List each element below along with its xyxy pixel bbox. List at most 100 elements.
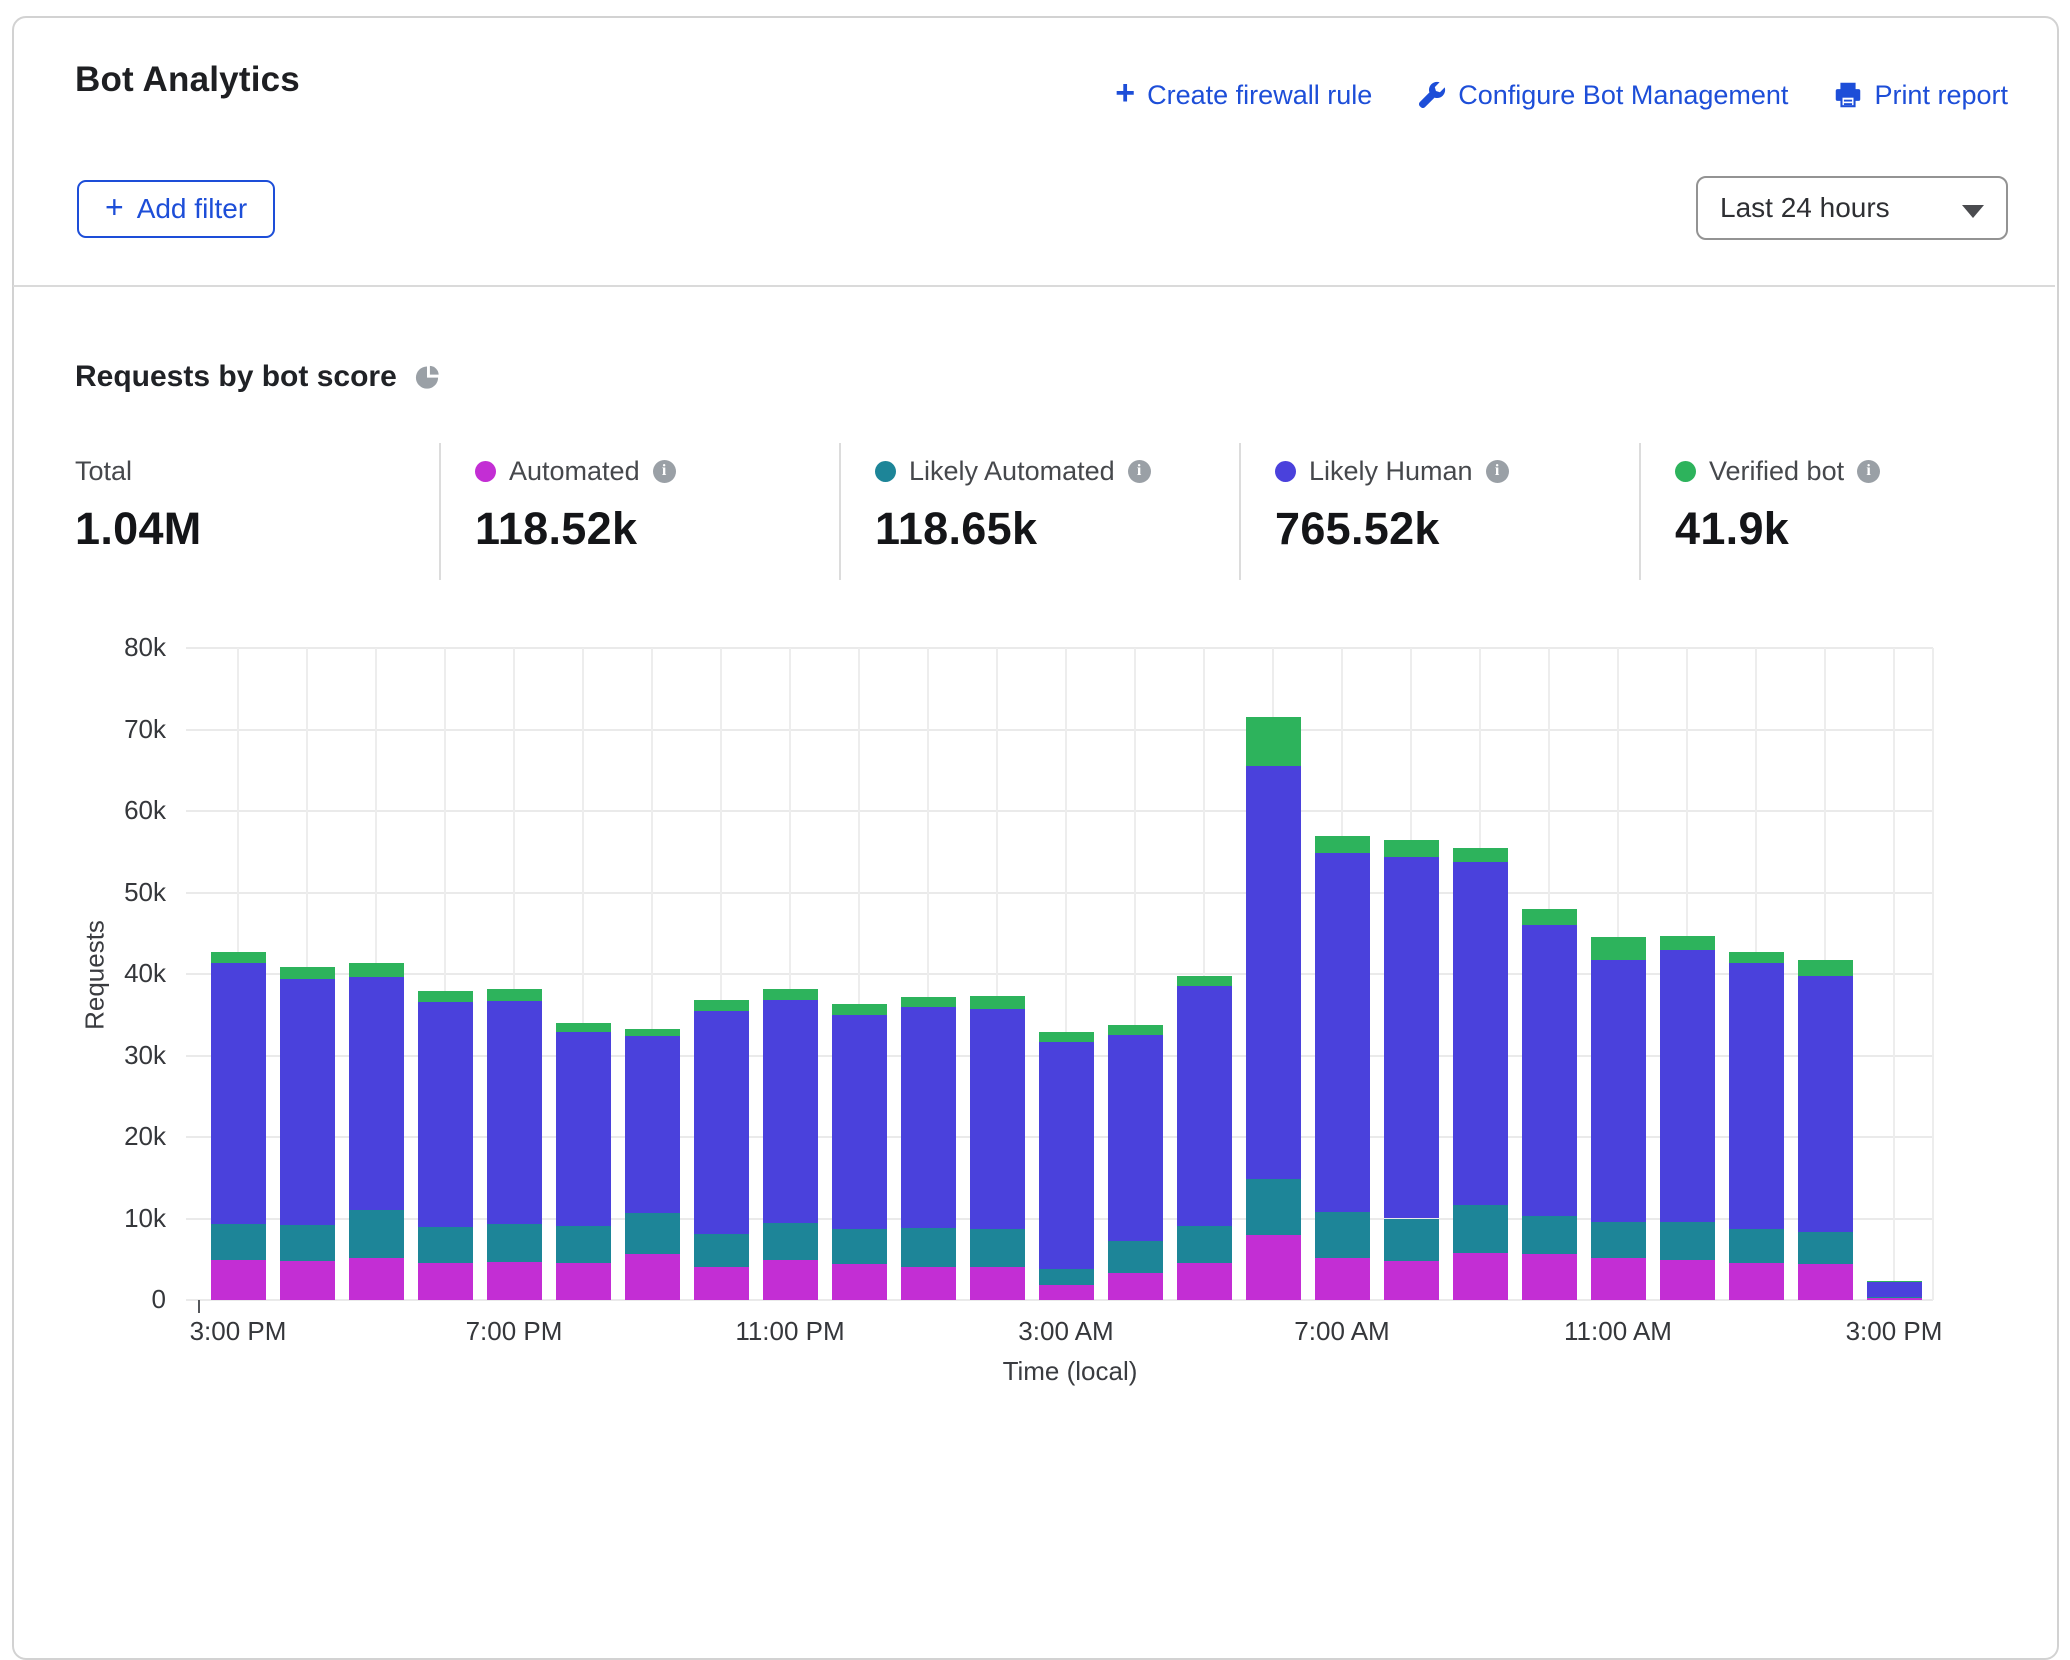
bar-segment-likely-automated[interactable] — [349, 1210, 404, 1257]
bar-segment-likely-automated[interactable] — [832, 1229, 887, 1264]
bar-segment-verified-bot[interactable] — [832, 1004, 887, 1015]
bar-segment-verified-bot[interactable] — [1246, 717, 1301, 766]
add-filter-button[interactable]: Add filter — [77, 180, 275, 238]
print-report-link[interactable]: Print report — [1834, 80, 2008, 111]
bar-segment-automated[interactable] — [280, 1261, 335, 1300]
bar-segment-automated[interactable] — [625, 1254, 680, 1300]
bar-segment-likely-human[interactable] — [1039, 1042, 1094, 1269]
bar-segment-verified-bot[interactable] — [1660, 936, 1715, 950]
bar-segment-likely-human[interactable] — [832, 1015, 887, 1229]
bar-segment-likely-human[interactable] — [418, 1002, 473, 1227]
bar-segment-likely-human[interactable] — [901, 1007, 956, 1228]
bar-segment-likely-automated[interactable] — [970, 1229, 1025, 1266]
create-firewall-rule-link[interactable]: Create firewall rule — [1115, 78, 1372, 112]
bar-segment-likely-automated[interactable] — [625, 1213, 680, 1255]
bar-segment-likely-automated[interactable] — [1660, 1222, 1715, 1260]
bar-segment-verified-bot[interactable] — [1798, 960, 1853, 976]
bar-segment-likely-human[interactable] — [1729, 963, 1784, 1229]
bar-segment-likely-human[interactable] — [1177, 986, 1232, 1226]
bar-segment-likely-human[interactable] — [1660, 950, 1715, 1222]
bar-segment-verified-bot[interactable] — [1591, 937, 1646, 961]
bar-segment-automated[interactable] — [1591, 1258, 1646, 1300]
bar-segment-likely-human[interactable] — [1867, 1282, 1922, 1297]
bar-segment-verified-bot[interactable] — [349, 963, 404, 977]
bar-segment-likely-automated[interactable] — [1177, 1226, 1232, 1263]
bar-segment-likely-automated[interactable] — [1108, 1241, 1163, 1273]
bar-segment-verified-bot[interactable] — [1867, 1281, 1922, 1282]
bar-segment-automated[interactable] — [211, 1260, 266, 1300]
bar-segment-automated[interactable] — [1315, 1258, 1370, 1300]
bar-segment-likely-automated[interactable] — [211, 1224, 266, 1260]
bar-segment-likely-human[interactable] — [1591, 960, 1646, 1222]
bar-segment-likely-human[interactable] — [763, 1000, 818, 1223]
bar-segment-likely-human[interactable] — [625, 1036, 680, 1213]
bar-segment-verified-bot[interactable] — [970, 996, 1025, 1009]
bar-segment-verified-bot[interactable] — [901, 997, 956, 1008]
bar-segment-automated[interactable] — [349, 1258, 404, 1300]
bar-segment-likely-automated[interactable] — [1384, 1219, 1439, 1261]
bar-segment-verified-bot[interactable] — [1039, 1032, 1094, 1042]
bar-segment-verified-bot[interactable] — [418, 991, 473, 1002]
bar-segment-verified-bot[interactable] — [1522, 909, 1577, 925]
bar-segment-verified-bot[interactable] — [211, 952, 266, 963]
bar-segment-likely-automated[interactable] — [901, 1228, 956, 1266]
bar-segment-automated[interactable] — [1453, 1253, 1508, 1300]
bar-segment-likely-human[interactable] — [1246, 766, 1301, 1179]
bar-segment-automated[interactable] — [763, 1260, 818, 1300]
bar-segment-verified-bot[interactable] — [1384, 840, 1439, 856]
bar-segment-likely-human[interactable] — [1798, 976, 1853, 1231]
bar-segment-likely-automated[interactable] — [1039, 1269, 1094, 1284]
bar-segment-automated[interactable] — [1798, 1264, 1853, 1300]
bar-segment-verified-bot[interactable] — [625, 1029, 680, 1036]
bar-segment-automated[interactable] — [1246, 1235, 1301, 1300]
bar-segment-automated[interactable] — [1660, 1260, 1715, 1300]
bar-segment-likely-automated[interactable] — [418, 1227, 473, 1264]
bar-segment-likely-automated[interactable] — [1867, 1297, 1922, 1299]
bar-segment-likely-automated[interactable] — [1591, 1222, 1646, 1258]
bar-segment-likely-human[interactable] — [1453, 862, 1508, 1204]
bar-segment-likely-human[interactable] — [1108, 1035, 1163, 1241]
bar-segment-likely-human[interactable] — [694, 1011, 749, 1233]
bar-segment-likely-human[interactable] — [1384, 857, 1439, 1219]
bar-segment-likely-automated[interactable] — [487, 1224, 542, 1261]
bar-segment-automated[interactable] — [1108, 1273, 1163, 1300]
bar-segment-likely-automated[interactable] — [1522, 1216, 1577, 1254]
info-icon[interactable] — [1857, 460, 1880, 483]
bar-segment-likely-automated[interactable] — [1315, 1212, 1370, 1258]
bar-segment-likely-human[interactable] — [487, 1001, 542, 1224]
bar-segment-automated[interactable] — [970, 1267, 1025, 1300]
bar-segment-verified-bot[interactable] — [1177, 976, 1232, 986]
bar-segment-automated[interactable] — [556, 1263, 611, 1300]
bar-segment-verified-bot[interactable] — [1729, 952, 1784, 963]
bar-segment-likely-human[interactable] — [1315, 853, 1370, 1212]
bar-segment-automated[interactable] — [1522, 1254, 1577, 1300]
bar-segment-likely-human[interactable] — [349, 977, 404, 1210]
info-icon[interactable] — [1486, 460, 1509, 483]
bar-segment-likely-automated[interactable] — [280, 1225, 335, 1261]
bar-segment-likely-human[interactable] — [280, 979, 335, 1225]
bar-segment-likely-human[interactable] — [1522, 925, 1577, 1216]
bar-segment-automated[interactable] — [901, 1267, 956, 1300]
bar-segment-automated[interactable] — [418, 1263, 473, 1300]
bar-segment-likely-automated[interactable] — [1453, 1205, 1508, 1253]
bar-segment-verified-bot[interactable] — [556, 1023, 611, 1032]
bar-segment-automated[interactable] — [1867, 1298, 1922, 1300]
bar-segment-verified-bot[interactable] — [280, 967, 335, 979]
info-icon[interactable] — [653, 460, 676, 483]
bar-segment-automated[interactable] — [1384, 1261, 1439, 1300]
bar-segment-automated[interactable] — [487, 1262, 542, 1300]
configure-bot-management-link[interactable]: Configure Bot Management — [1418, 80, 1788, 111]
bar-segment-automated[interactable] — [1729, 1263, 1784, 1300]
bar-segment-likely-automated[interactable] — [763, 1223, 818, 1260]
bar-segment-likely-human[interactable] — [556, 1032, 611, 1226]
bar-segment-automated[interactable] — [694, 1267, 749, 1300]
bar-segment-likely-automated[interactable] — [1729, 1229, 1784, 1263]
bar-segment-likely-automated[interactable] — [1798, 1232, 1853, 1265]
bar-segment-likely-automated[interactable] — [556, 1226, 611, 1263]
bar-segment-verified-bot[interactable] — [487, 989, 542, 1001]
bar-segment-automated[interactable] — [832, 1264, 887, 1300]
bar-segment-likely-human[interactable] — [211, 963, 266, 1224]
bar-segment-likely-automated[interactable] — [694, 1234, 749, 1267]
bar-segment-verified-bot[interactable] — [1315, 836, 1370, 852]
bar-segment-automated[interactable] — [1039, 1285, 1094, 1300]
